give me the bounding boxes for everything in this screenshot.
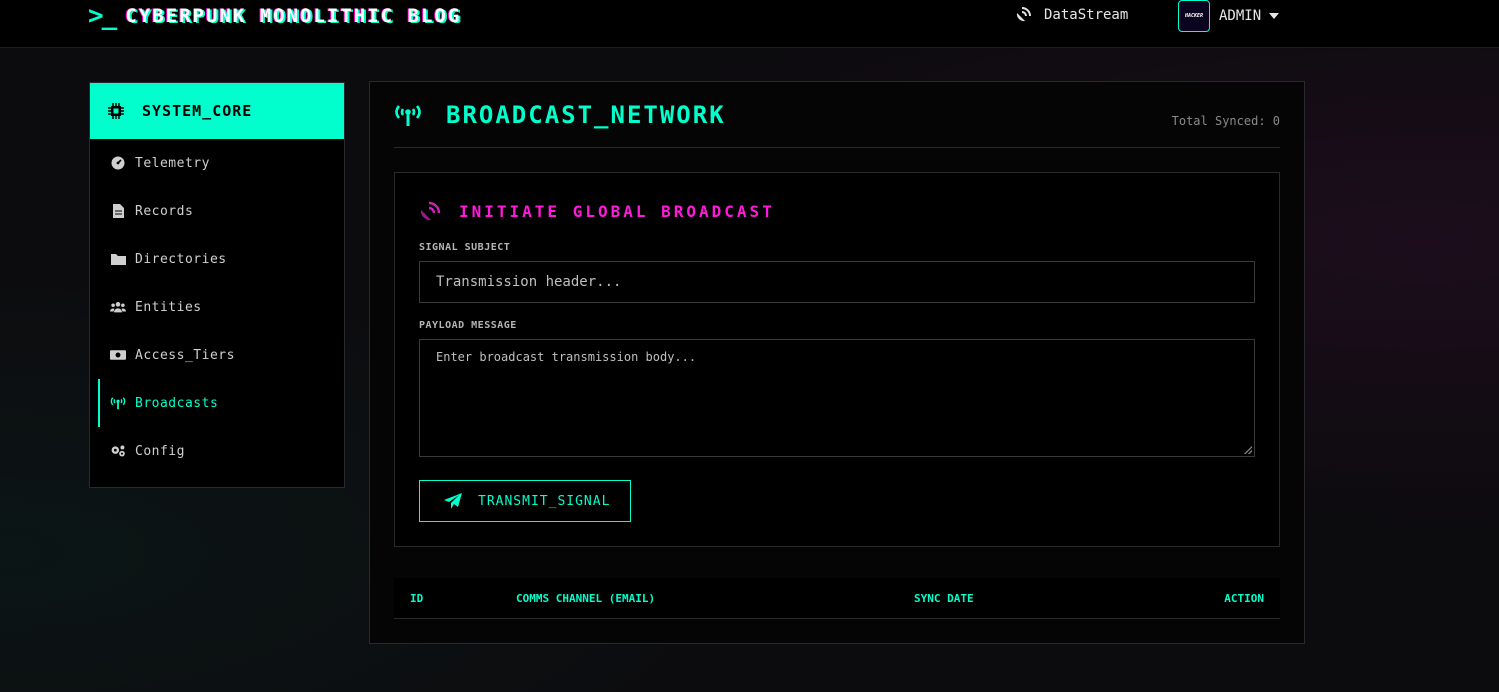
satellite-dish-icon — [1016, 7, 1031, 22]
brand-logo[interactable]: >_ CYBERPUNK MONOLITHIC BLOG — [88, 2, 461, 30]
folder-icon — [110, 253, 126, 265]
column-header-email[interactable]: COMMS CHANNEL (EMAIL) — [516, 592, 655, 605]
user-menu[interactable]: HACKER ADMIN — [1178, 0, 1280, 32]
signal-subject-input[interactable]: Transmission header... — [419, 261, 1255, 303]
sidebar-item-config[interactable]: Config — [90, 427, 344, 475]
broadcast-form-title: INITIATE GLOBAL BROADCAST — [419, 201, 775, 221]
broadcast-table-header: ID COMMS CHANNEL (EMAIL) SYNC DATE ACTIO… — [394, 578, 1280, 619]
cogs-icon — [110, 444, 126, 458]
broadcast-tower-icon — [110, 396, 126, 410]
satellite-dish-icon — [420, 201, 441, 221]
sidebar-item-label: Broadcasts — [135, 395, 219, 411]
sidebar-item-label: Entities — [135, 299, 202, 315]
datastream-label: DataStream — [1044, 7, 1129, 23]
sidebar-item-records[interactable]: Records — [90, 187, 344, 235]
column-header-action[interactable]: ACTION — [1224, 592, 1264, 605]
column-header-id[interactable]: ID — [410, 592, 423, 605]
payload-placeholder: Enter broadcast transmission body... — [436, 350, 697, 364]
top-navbar: >_ CYBERPUNK MONOLITHIC BLOG DataStream … — [0, 0, 1499, 48]
sidebar: SYSTEM_CORE Telemetry Records Directorie… — [89, 82, 345, 488]
sidebar-item-entities[interactable]: Entities — [90, 283, 344, 331]
sidebar-item-broadcasts[interactable]: Broadcasts — [98, 379, 344, 427]
users-icon — [110, 301, 126, 313]
user-label: ADMIN — [1219, 8, 1262, 24]
sidebar-item-label: Directories — [135, 251, 227, 267]
sidebar-item-access-tiers[interactable]: Access_Tiers — [90, 331, 344, 379]
terminal-prompt-icon: >_ — [88, 1, 117, 31]
dashboard-gauge-icon — [110, 156, 126, 170]
payload-message-label: PAYLOAD MESSAGE — [419, 320, 517, 331]
resize-handle-icon[interactable] — [1244, 446, 1252, 454]
total-synced-count: Total Synced: 0 — [1171, 114, 1280, 128]
sidebar-item-label: Telemetry — [135, 155, 210, 171]
sidebar-header: SYSTEM_CORE — [90, 83, 344, 139]
sidebar-item-label: Access_Tiers — [135, 347, 235, 363]
transmit-signal-button[interactable]: TRANSMIT_SIGNAL — [419, 480, 631, 522]
payload-message-textarea[interactable]: Enter broadcast transmission body... — [419, 339, 1255, 457]
panel-header: BROADCAST_NETWORK Total Synced: 0 — [394, 82, 1280, 148]
datastream-link[interactable]: DataStream — [1014, 6, 1128, 24]
column-header-sync-date[interactable]: SYNC DATE — [914, 592, 974, 605]
broadcast-form-title-text: INITIATE GLOBAL BROADCAST — [459, 201, 775, 221]
file-icon — [110, 204, 126, 218]
sidebar-title: SYSTEM_CORE — [142, 102, 253, 120]
sidebar-item-telemetry[interactable]: Telemetry — [90, 139, 344, 187]
sidebar-item-directories[interactable]: Directories — [90, 235, 344, 283]
broadcast-tower-icon — [395, 104, 421, 126]
avatar: HACKER — [1178, 0, 1210, 32]
page-title: BROADCAST_NETWORK — [446, 100, 726, 129]
brand-title: CYBERPUNK MONOLITHIC BLOG — [125, 5, 462, 27]
transmit-signal-label: TRANSMIT_SIGNAL — [478, 493, 611, 509]
sidebar-item-label: Records — [135, 203, 194, 219]
money-icon — [110, 349, 126, 361]
signal-subject-label: SIGNAL SUBJECT — [419, 242, 511, 253]
paper-plane-icon — [444, 493, 462, 509]
chevron-down-icon — [1269, 13, 1280, 19]
broadcast-panel: BROADCAST_NETWORK Total Synced: 0 INITIA… — [369, 81, 1305, 644]
microchip-icon — [108, 103, 124, 119]
sidebar-item-label: Config — [135, 443, 185, 459]
broadcast-form: INITIATE GLOBAL BROADCAST SIGNAL SUBJECT… — [394, 172, 1280, 547]
